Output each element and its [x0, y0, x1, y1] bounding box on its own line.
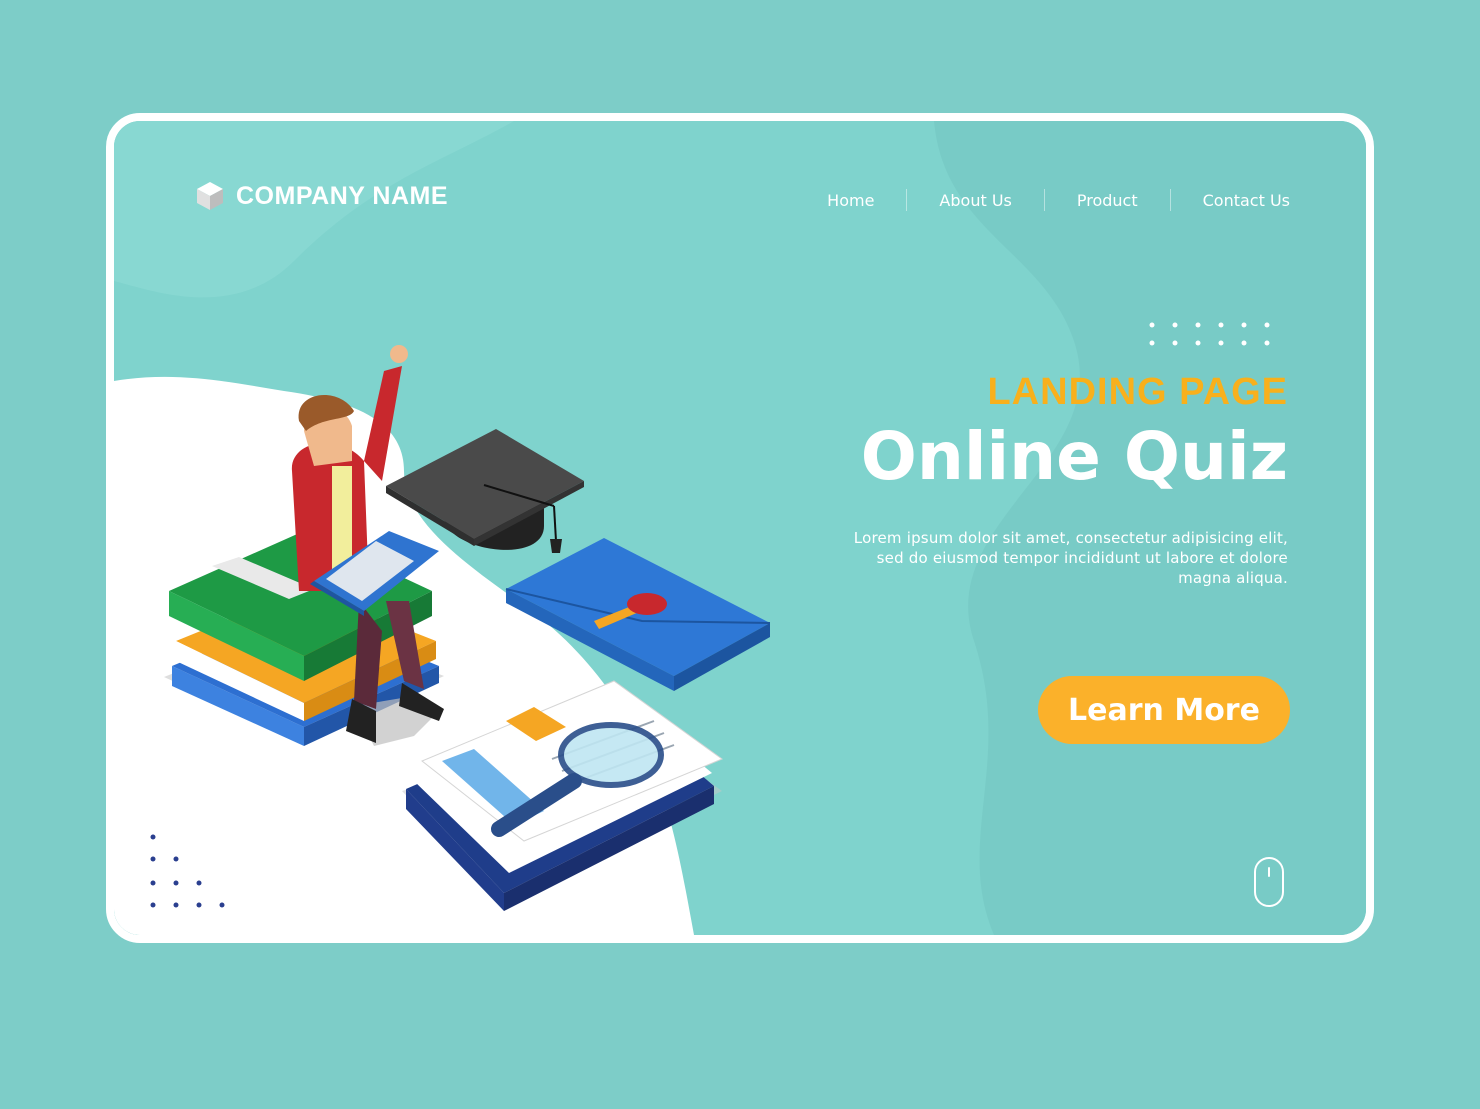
hero-eyebrow: LANDING PAGE — [987, 371, 1288, 413]
nav-home[interactable]: Home — [795, 191, 906, 210]
brand-logo[interactable]: COMPANY NAME — [196, 181, 448, 211]
graduation-cap — [386, 429, 584, 553]
hero-title: Online Quiz — [860, 418, 1288, 495]
mouse-scroll-icon[interactable] — [1254, 857, 1284, 907]
company-name: COMPANY NAME — [236, 181, 449, 210]
nav-about-us[interactable]: About Us — [907, 191, 1043, 210]
landing-page-frame: COMPANY NAME Home About Us Product Conta… — [106, 113, 1374, 943]
nav-contact-us[interactable]: Contact Us — [1171, 191, 1290, 210]
main-nav: Home About Us Product Contact Us — [795, 189, 1290, 211]
envelope — [505, 538, 771, 691]
learn-more-button[interactable]: Learn More — [1038, 676, 1290, 744]
hero-description: Lorem ipsum dolor sit amet, consectetur … — [853, 529, 1288, 587]
nav-product[interactable]: Product — [1045, 191, 1170, 210]
decorative-dots-top — [1149, 322, 1270, 346]
open-book — [402, 680, 724, 911]
hero-section: LANDING PAGE Online Quiz Lorem ipsum dol… — [828, 371, 1288, 588]
cube-icon — [197, 182, 223, 210]
decorative-dots-bottom — [150, 834, 225, 908]
